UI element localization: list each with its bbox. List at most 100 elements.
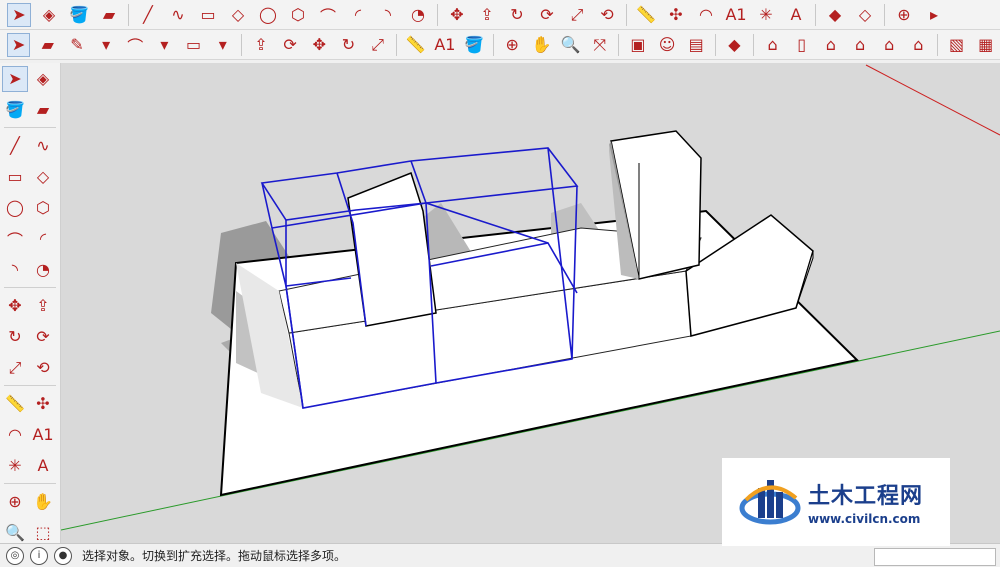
share-model-icon[interactable]: ▤ <box>685 33 708 57</box>
scale-icon[interactable]: ⤢ <box>366 33 389 57</box>
paint-bucket-icon[interactable]: 🪣 <box>67 3 91 27</box>
tape-measure-icon[interactable]: 📏 <box>2 391 28 417</box>
three-point-arc-icon[interactable]: ◝ <box>376 3 400 27</box>
offset-icon[interactable]: ⟲ <box>595 3 619 27</box>
orbit-icon[interactable]: ⊕ <box>892 3 916 27</box>
pencil-dropdown-icon[interactable]: ▾ <box>95 33 118 57</box>
toolbar-separator <box>128 3 129 26</box>
extension-icon[interactable]: ☺ <box>655 33 678 57</box>
polygon-icon[interactable]: ⬡ <box>286 3 310 27</box>
component-icon[interactable]: ◈ <box>30 66 56 92</box>
push-pull-icon[interactable]: ⇪ <box>249 33 272 57</box>
back-view-icon[interactable]: ⌂ <box>878 33 901 57</box>
ruby-console-icon[interactable]: ◆ <box>723 33 746 57</box>
tape-measure-icon[interactable]: 📏 <box>634 3 658 27</box>
move-icon[interactable]: ✥ <box>2 293 28 319</box>
dimension-icon[interactable]: ✣ <box>30 391 56 417</box>
scale-icon[interactable]: ⤢ <box>565 3 589 27</box>
pencil-icon[interactable]: ✎ <box>65 33 88 57</box>
rotate-icon[interactable]: ↻ <box>505 3 529 27</box>
wireframe-icon[interactable]: ▦ <box>974 33 997 57</box>
section-plane-icon[interactable]: ◆ <box>823 3 847 27</box>
right-view-icon[interactable]: ⌂ <box>848 33 871 57</box>
zoom-window-icon[interactable]: ⬚ <box>30 520 56 546</box>
eraser-icon[interactable]: ▰ <box>97 3 121 27</box>
tape-measure-icon[interactable]: 📏 <box>404 33 427 57</box>
rectangle-icon[interactable]: ▭ <box>196 3 220 27</box>
3d-text-icon[interactable]: A <box>30 453 56 479</box>
offset-icon[interactable]: ⟲ <box>30 355 56 381</box>
warehouse-icon[interactable]: ▣ <box>626 33 649 57</box>
text-icon[interactable]: A1 <box>724 3 748 27</box>
axes-icon[interactable]: ✳ <box>2 453 28 479</box>
follow-me-icon[interactable]: ⟳ <box>279 33 302 57</box>
two-point-arc-icon[interactable]: ◜ <box>346 3 370 27</box>
zoom-extents-icon[interactable]: ⤧ <box>588 33 611 57</box>
push-pull-icon[interactable]: ⇪ <box>475 3 499 27</box>
select-icon[interactable]: ➤ <box>7 32 31 57</box>
rotated-rectangle-icon[interactable]: ◇ <box>226 3 250 27</box>
protractor-icon[interactable]: ◠ <box>2 422 28 448</box>
rectangle-dropdown-icon[interactable]: ▾ <box>211 33 234 57</box>
rotated-rectangle-icon[interactable]: ◇ <box>30 164 56 190</box>
rectangle-icon[interactable]: ▭ <box>2 164 28 190</box>
info-icon[interactable]: i <box>30 546 48 565</box>
orbit-icon[interactable]: ⊕ <box>501 33 524 57</box>
front-view-icon[interactable]: ⌂ <box>819 33 842 57</box>
select-icon[interactable]: ➤ <box>7 2 31 27</box>
paint-bucket-icon[interactable]: 🪣 <box>463 33 486 57</box>
rotate-icon[interactable]: ↻ <box>2 324 28 350</box>
three-point-arc-icon[interactable]: ◝ <box>2 257 28 283</box>
line-icon[interactable]: ╱ <box>2 133 28 159</box>
zoom-icon[interactable]: 🔍 <box>2 520 28 546</box>
arc-icon[interactable]: ⌒ <box>124 33 147 57</box>
dimension-icon[interactable]: ✣ <box>664 3 688 27</box>
move-icon[interactable]: ✥ <box>308 33 331 57</box>
arc-icon[interactable]: ⌒ <box>316 3 340 27</box>
text-icon[interactable]: A1 <box>433 33 456 57</box>
rectangle-icon[interactable]: ▭ <box>182 33 205 57</box>
freehand-icon[interactable]: ∿ <box>166 3 190 27</box>
select-icon[interactable]: ➤ <box>2 65 28 92</box>
polygon-icon[interactable]: ⬡ <box>30 195 56 221</box>
xray-icon[interactable]: ▧ <box>945 33 968 57</box>
circle-icon[interactable]: ◯ <box>256 3 280 27</box>
3d-text-icon[interactable]: A <box>784 3 808 27</box>
pan-icon[interactable]: ▸ <box>922 3 946 27</box>
eraser-icon[interactable]: ▰ <box>30 97 56 123</box>
pan-icon[interactable]: ✋ <box>30 489 56 515</box>
line-icon[interactable]: ╱ <box>136 3 160 27</box>
user-icon[interactable]: ● <box>54 546 72 565</box>
follow-me-icon[interactable]: ⟳ <box>535 3 559 27</box>
display-section-icon[interactable]: ◇ <box>853 3 877 27</box>
pie-icon[interactable]: ◔ <box>406 3 430 27</box>
arc-dropdown-icon[interactable]: ▾ <box>153 33 176 57</box>
geo-location-icon[interactable]: ◎ <box>6 546 24 565</box>
text-icon[interactable]: A1 <box>30 422 56 448</box>
left-toolbar-row: 🪣 ▰ <box>0 94 60 125</box>
two-point-arc-icon[interactable]: ◜ <box>30 226 56 252</box>
circle-icon[interactable]: ◯ <box>2 195 28 221</box>
orbit-icon[interactable]: ⊕ <box>2 489 28 515</box>
eraser-icon[interactable]: ▰ <box>36 33 59 57</box>
arc-icon[interactable]: ⌒ <box>2 226 28 252</box>
left-view-icon[interactable]: ⌂ <box>907 33 930 57</box>
axes-icon[interactable]: ✳ <box>754 3 778 27</box>
iso-view-icon[interactable]: ⌂ <box>761 33 784 57</box>
rotate-icon[interactable]: ↻ <box>337 33 360 57</box>
toolbar-separator <box>4 483 56 484</box>
pie-icon[interactable]: ◔ <box>30 257 56 283</box>
protractor-icon[interactable]: ◠ <box>694 3 718 27</box>
zoom-icon[interactable]: 🔍 <box>559 33 582 57</box>
push-pull-icon[interactable]: ⇪ <box>30 293 56 319</box>
paint-bucket-icon[interactable]: 🪣 <box>2 97 28 123</box>
move-icon[interactable]: ✥ <box>445 3 469 27</box>
follow-me-icon[interactable]: ⟳ <box>30 324 56 350</box>
top-view-icon[interactable]: ▯ <box>790 33 813 57</box>
measurements-box[interactable] <box>874 548 996 566</box>
toolbar-separator <box>714 33 716 56</box>
make-component-icon[interactable]: ◈ <box>37 3 61 27</box>
scale-icon[interactable]: ⤢ <box>2 355 28 381</box>
pan-icon[interactable]: ✋ <box>530 33 553 57</box>
freehand-icon[interactable]: ∿ <box>30 133 56 159</box>
